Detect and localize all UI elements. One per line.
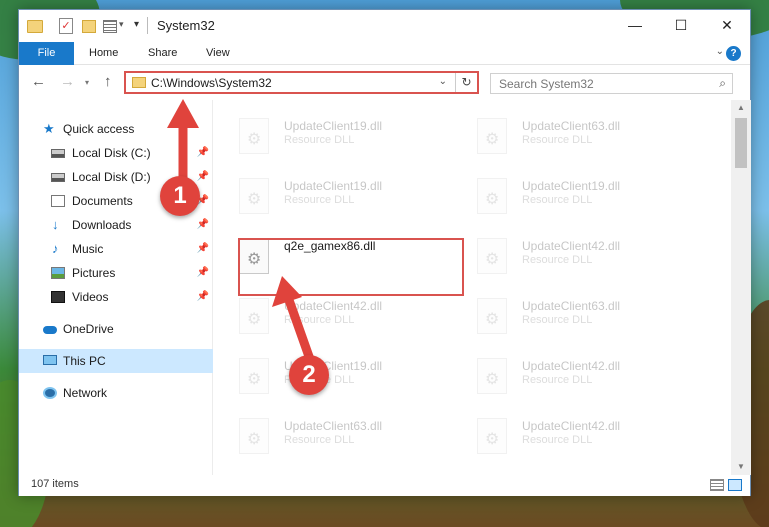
annotation-overlay — [167, 99, 317, 370]
step-1-badge: 1 — [160, 176, 200, 216]
step-2-badge: 2 — [289, 355, 329, 395]
arrow-1 — [167, 99, 199, 190]
arrow-2 — [272, 276, 317, 370]
